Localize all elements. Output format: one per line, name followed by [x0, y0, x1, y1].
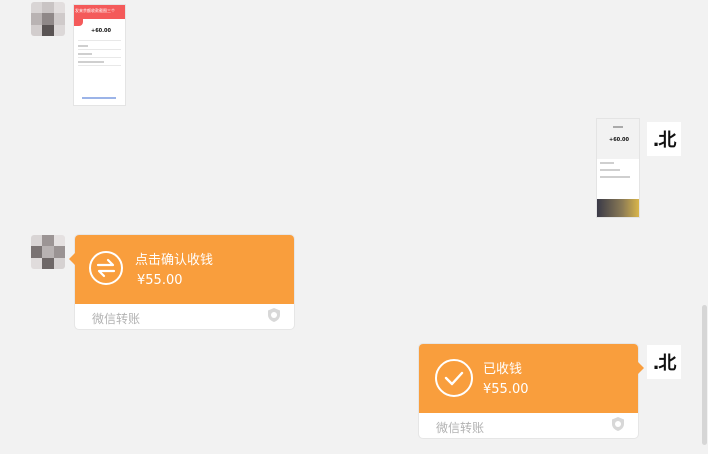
transfer-card-header: 已收钱 ¥55.00 [419, 344, 638, 413]
screenshot-image-message[interactable]: 发来余额收款截图三个 +60.00 [73, 4, 126, 106]
transfer-footer-label: 微信转账 [436, 421, 485, 435]
link-line [82, 97, 116, 99]
banner-text: 发来余额收款截图三个 [75, 8, 115, 13]
transfer-title: 点击确认收钱 [135, 253, 214, 268]
divider [78, 57, 121, 58]
text-line [600, 176, 630, 178]
transfer-amount: ¥55.00 [137, 273, 183, 288]
screenshot-image-message[interactable]: +60.00 [596, 118, 640, 218]
my-avatar[interactable]: .北 [647, 345, 681, 379]
text-line [613, 126, 623, 128]
avatar-text: .北 [652, 130, 677, 151]
transfer-footer-label: 微信转账 [92, 312, 141, 326]
transfer-title: 已收钱 [483, 362, 523, 377]
text-line [600, 169, 620, 171]
text-line [78, 45, 88, 47]
divider [78, 40, 121, 41]
transfer-arrows-icon [89, 251, 123, 285]
my-avatar[interactable]: .北 [647, 122, 681, 156]
divider [78, 49, 121, 50]
bubble-tail [638, 362, 644, 374]
text-line [78, 61, 104, 63]
wechat-pay-shield-icon [268, 308, 280, 322]
transfer-card-received[interactable]: 已收钱 ¥55.00 微信转账 [419, 344, 644, 438]
banner-tab [74, 19, 83, 26]
chat-scrollbar[interactable] [702, 305, 707, 445]
divider [78, 65, 121, 66]
thumb-amount: +60.00 [609, 137, 630, 143]
transfer-card-pending[interactable]: 点击确认收钱 ¥55.00 微信转账 [69, 235, 294, 329]
text-line [78, 53, 92, 55]
red-banner: 发来余额收款截图三个 [74, 5, 125, 19]
contact-avatar[interactable] [31, 2, 65, 36]
checkmark-icon [435, 359, 473, 397]
text-line [600, 162, 614, 164]
contact-avatar[interactable] [31, 235, 65, 269]
avatar-text: .北 [652, 353, 677, 374]
wechat-pay-shield-icon [612, 417, 624, 431]
transfer-card-header: 点击确认收钱 ¥55.00 [75, 235, 294, 304]
thumb-photo-strip [597, 199, 639, 217]
transfer-amount: ¥55.00 [483, 382, 529, 397]
thumb-amount: +60.00 [91, 28, 112, 34]
